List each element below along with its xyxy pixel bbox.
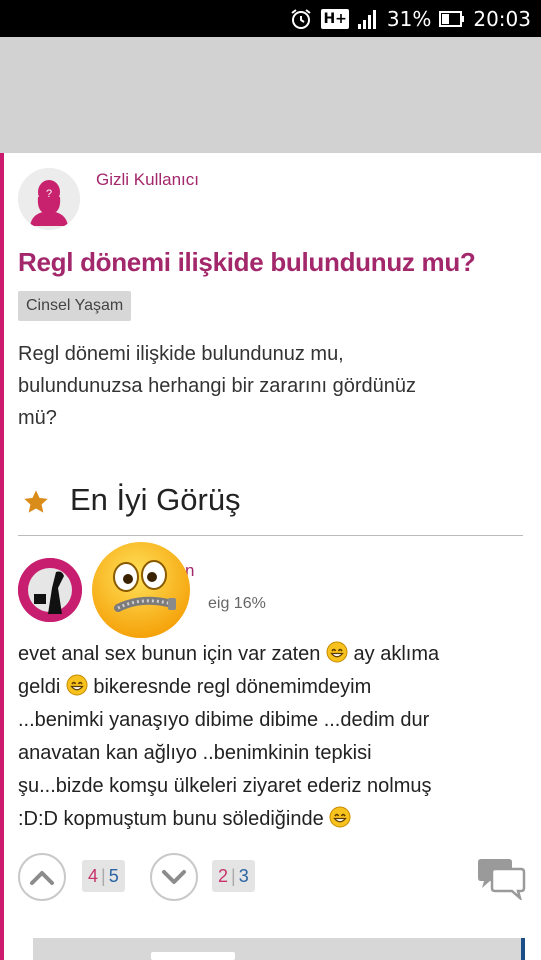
divider (18, 535, 523, 536)
question-line: mü? (18, 407, 57, 429)
downvote-count: 2 | 3 (212, 860, 255, 892)
clock: 20:03 (473, 6, 531, 31)
page-title: Regl dönemi ilişkide bulundunuz mu? (18, 247, 476, 277)
question-body: Regl dönemi ilişkide bulundunuz mu, bulu… (18, 338, 528, 434)
answer-line: anavatan kan ağlıyo ..benimkinin tepkisi (18, 742, 372, 764)
header-placeholder (0, 37, 541, 153)
chevron-down-icon (162, 870, 186, 884)
author-name[interactable]: Gizli Kullanıcı (96, 170, 199, 190)
bottom-panel (33, 938, 525, 960)
battery-percent: 31% (386, 6, 432, 31)
answer-line: evet anal sex bunun için var zaten ay ak… (18, 641, 440, 665)
category-tag[interactable]: Cinsel Yaşam (18, 291, 132, 321)
section-title: En İyi Görüş (70, 482, 241, 517)
answer-line: şu...bizde komşu ülkeleri ziyaret ederiz… (18, 775, 432, 797)
zipper-mouth-face-icon (90, 540, 192, 640)
signal-icon (357, 8, 379, 30)
answer-body: evet anal sex bunun için var zaten ay ak… (18, 638, 533, 836)
answer-line: :D:D kopmuştum bunu sölediğinde (18, 803, 533, 836)
status-bar: H+ 31% 20:03 (0, 0, 541, 37)
answer-line: geldi bikeresnde regl dönemimdeyim (18, 674, 372, 698)
grinning-face-icon (326, 641, 348, 663)
upvote-count: 4 | 5 (82, 860, 125, 892)
accent-line (0, 153, 4, 960)
battery-icon (439, 9, 465, 29)
panel-handle[interactable] (151, 952, 235, 960)
network-type-icon: H+ (321, 8, 349, 29)
answer-avatar[interactable] (18, 558, 82, 622)
chevron-up-icon (30, 871, 54, 885)
alarm-icon (289, 7, 313, 31)
grinning-face-icon (66, 674, 88, 696)
answer-line: ...benimki yanaşıyo dibime dibime ...ded… (18, 709, 430, 731)
avatar[interactable]: ? (18, 168, 80, 230)
downvote-button[interactable] (150, 853, 198, 901)
panel-edge (521, 938, 525, 960)
question-line: bulundunuzsa herhangi bir zararını gördü… (18, 375, 417, 397)
grinning-face-icon (329, 806, 351, 828)
svg-text:?: ? (46, 188, 52, 200)
comments-icon[interactable] (476, 858, 526, 905)
star-icon (22, 488, 50, 521)
upvote-button[interactable] (18, 853, 66, 901)
question-line: Regl dönemi ilişkide bulundunuz mu, (18, 343, 344, 365)
best-answer-stat: eig 16% (208, 595, 266, 612)
